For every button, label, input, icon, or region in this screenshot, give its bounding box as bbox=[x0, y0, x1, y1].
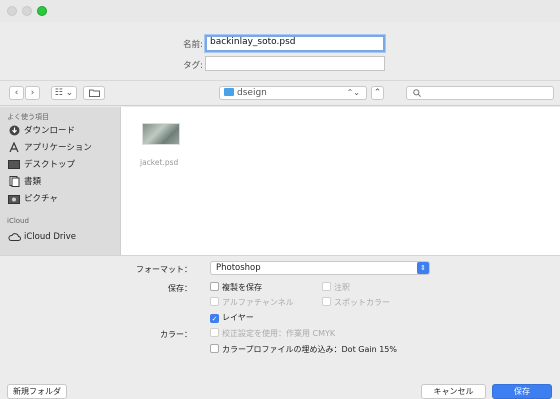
location-popup[interactable]: dseign ⌃⌄ bbox=[219, 86, 367, 100]
as-copy-checkbox[interactable]: 複製を保存 bbox=[210, 282, 262, 294]
applications-icon bbox=[7, 140, 21, 156]
sidebar-item-desktop[interactable]: デスクトップ bbox=[7, 157, 119, 173]
close-window-button[interactable] bbox=[7, 6, 17, 16]
pictures-icon bbox=[7, 191, 21, 207]
tags-input[interactable] bbox=[205, 56, 385, 71]
save-button[interactable]: 保存 bbox=[492, 384, 552, 399]
desktop-icon bbox=[7, 157, 21, 173]
forward-button[interactable]: › bbox=[25, 86, 40, 100]
icloud-heading: iCloud bbox=[7, 217, 29, 225]
folder-icon bbox=[88, 89, 100, 97]
file-name: jacket.psd bbox=[140, 158, 179, 167]
file-thumbnail[interactable] bbox=[142, 123, 180, 145]
view-mode-button[interactable]: ☷ ⌄ bbox=[51, 86, 77, 100]
notes-checkbox: 注釈 bbox=[322, 282, 350, 294]
save-dialog: 名前: backinlay_soto.psd タグ: ‹ › ☷ ⌄ dseig… bbox=[0, 0, 560, 399]
sidebar: よく使う項目 ダウンロード アプリケーション デスクトップ 書類 ピクチャ iC… bbox=[0, 107, 121, 255]
zoom-window-button[interactable] bbox=[37, 6, 47, 16]
chevron-updown-icon: ⇕ bbox=[417, 262, 429, 274]
tags-label: タグ: bbox=[183, 61, 203, 71]
chevron-left-icon: ‹ bbox=[14, 88, 19, 98]
expand-collapse-button[interactable]: ⌃ bbox=[371, 86, 384, 100]
embed-color-profile-checkbox[interactable]: カラープロファイルの埋め込み：Dot Gain 15% bbox=[210, 344, 397, 356]
file-browser: jacket.psd bbox=[121, 107, 560, 255]
sidebar-item-pictures[interactable]: ピクチャ bbox=[7, 191, 119, 207]
format-label: フォーマット： bbox=[136, 265, 192, 274]
use-proof-setup-checkbox: 校正設定を使用：作業用 CMYK bbox=[210, 328, 335, 340]
save-as-input[interactable]: backinlay_soto.psd bbox=[205, 35, 385, 52]
sidebar-item-applications[interactable]: アプリケーション bbox=[7, 140, 119, 156]
cancel-button[interactable]: キャンセル bbox=[421, 384, 486, 399]
search-icon bbox=[413, 89, 421, 97]
new-folder-button[interactable]: 新規フォルダ bbox=[7, 384, 67, 399]
back-button[interactable]: ‹ bbox=[9, 86, 24, 100]
favorites-heading: よく使う項目 bbox=[7, 113, 49, 121]
sidebar-item-downloads[interactable]: ダウンロード bbox=[7, 123, 119, 139]
minimize-window-button[interactable] bbox=[22, 6, 32, 16]
color-options-label: カラー： bbox=[160, 330, 192, 339]
alpha-channels-checkbox: アルファチャンネル bbox=[210, 297, 294, 309]
cloud-icon bbox=[7, 229, 21, 245]
format-value: Photoshop bbox=[216, 263, 261, 273]
sidebar-item-documents[interactable]: 書類 bbox=[7, 174, 119, 190]
chevron-up-icon: ⌃ bbox=[373, 88, 382, 98]
folder-icon bbox=[224, 88, 234, 96]
chevron-updown-icon: ⌃⌄ bbox=[346, 88, 360, 97]
download-icon bbox=[7, 123, 21, 139]
toolbar: ‹ › ☷ ⌄ dseign ⌃⌄ ⌃ bbox=[0, 80, 560, 106]
title-bar bbox=[0, 0, 560, 22]
checkmark-icon: ✓ bbox=[210, 314, 219, 323]
grid-view-icon: ☷ ⌄ bbox=[54, 88, 74, 98]
toggle-sidebar-button[interactable] bbox=[83, 86, 105, 100]
save-options-label: 保存： bbox=[168, 284, 192, 293]
sidebar-item-icloud-drive[interactable]: iCloud Drive bbox=[7, 229, 119, 245]
layers-checkbox[interactable]: ✓ レイヤー bbox=[210, 312, 254, 324]
spot-colors-checkbox: スポットカラー bbox=[322, 297, 390, 309]
location-label: dseign bbox=[237, 88, 267, 98]
save-as-label: 名前: bbox=[183, 40, 203, 50]
chevron-right-icon: › bbox=[30, 88, 35, 98]
format-options: フォーマット： Photoshop ⇕ 保存： 複製を保存 注釈 アルファチャン… bbox=[0, 255, 560, 399]
search-field[interactable] bbox=[406, 86, 554, 100]
format-select[interactable]: Photoshop ⇕ bbox=[210, 261, 430, 275]
documents-icon bbox=[7, 174, 21, 190]
